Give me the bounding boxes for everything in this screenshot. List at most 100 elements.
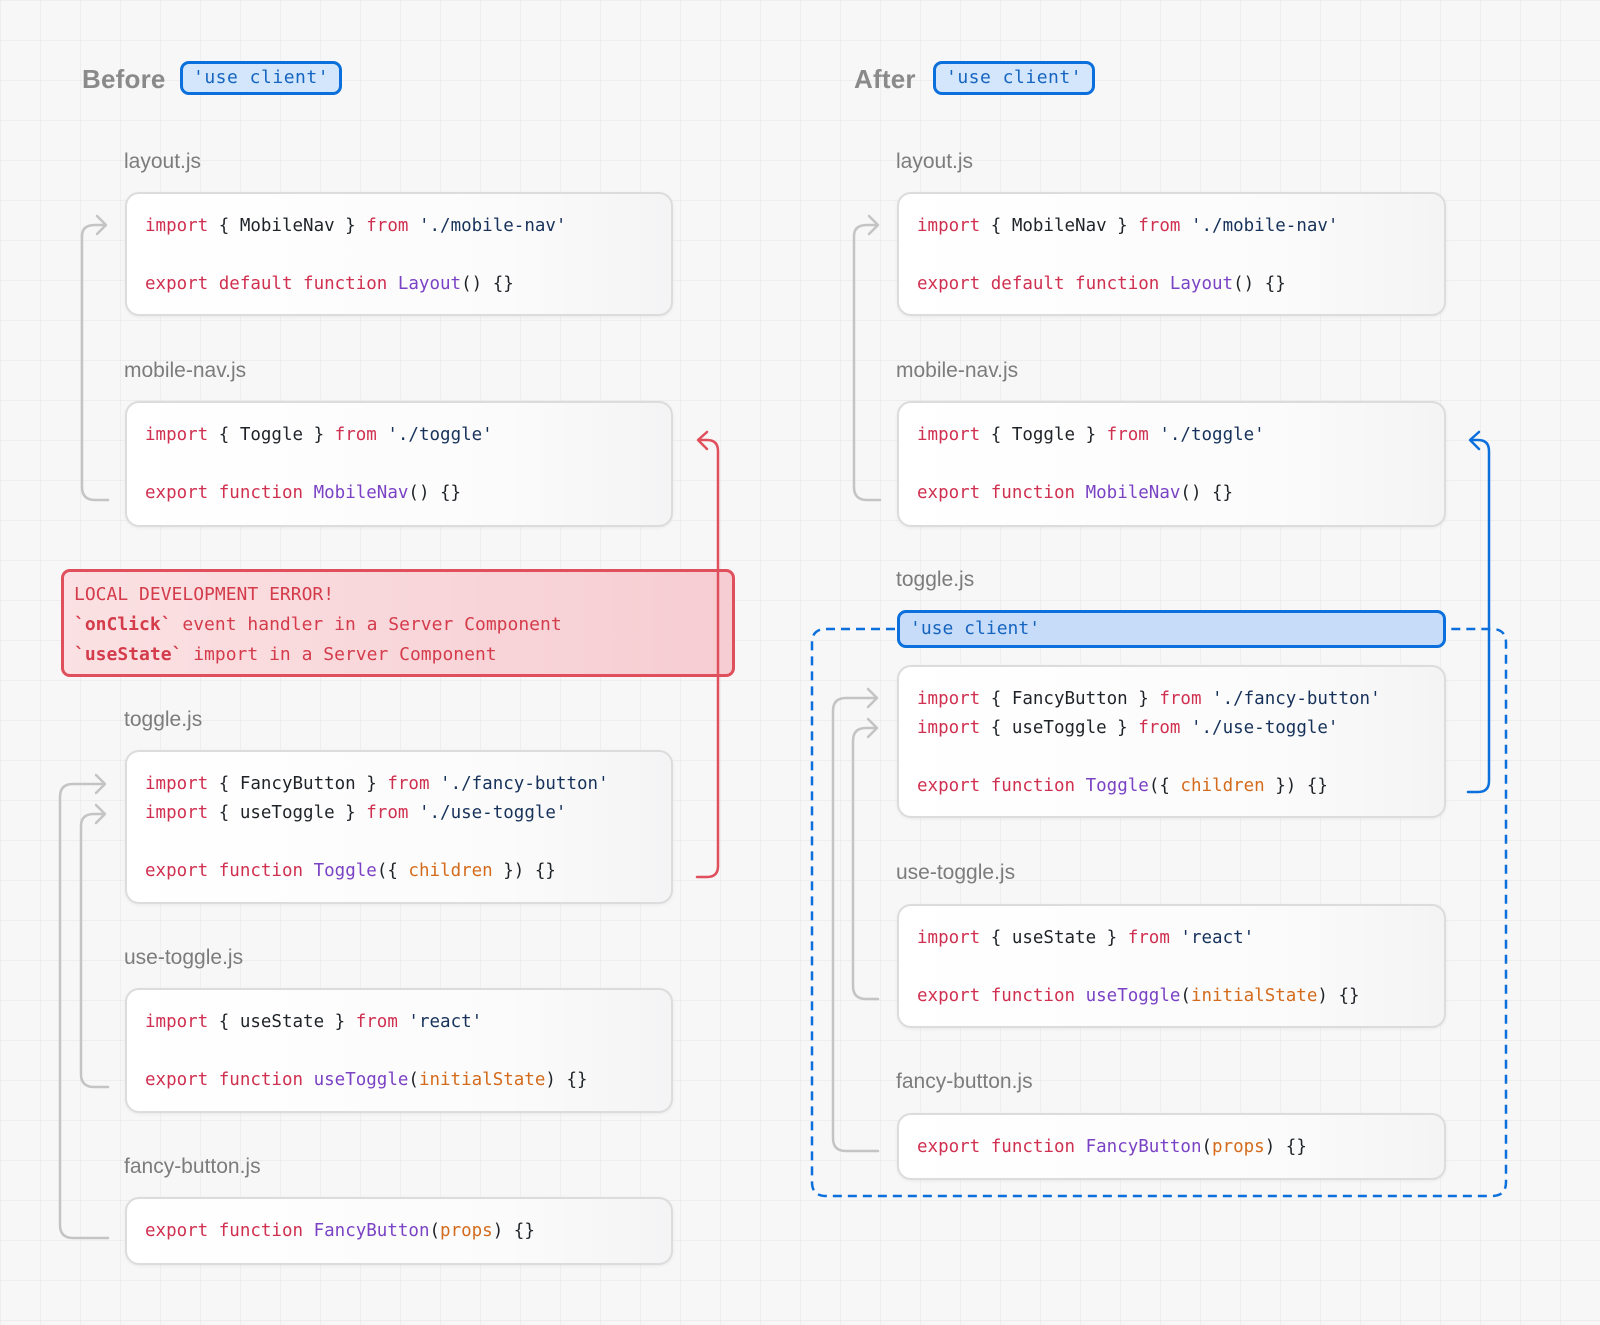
code-token-kw: export function (917, 483, 1076, 503)
code-token-str: 'react' (397, 1012, 483, 1032)
code-token-id: ( (429, 1221, 441, 1241)
code-line: import { Toggle } from './toggle' (145, 421, 653, 450)
code-token-id: }) {} (1264, 776, 1328, 796)
code-token-param: props (1212, 1137, 1265, 1157)
code-token-id: () {} (1233, 274, 1286, 294)
error-code-usestate: `useState` (74, 644, 183, 665)
code-token-id: ({ (376, 861, 409, 881)
code-token-kw: export default function (917, 274, 1160, 294)
after-code-mobile-nav: import { Toggle } from './toggle' export … (897, 401, 1446, 527)
client-boundary-directive: 'use client' (897, 610, 1446, 648)
code-token-kw: from (366, 216, 409, 236)
code-token-id: ) {} (545, 1070, 588, 1090)
local-development-error: LOCAL DEVELOPMENT ERROR! `onClick` event… (61, 569, 735, 677)
before-code-toggle: import { FancyButton } from './fancy-but… (125, 750, 673, 904)
after-import-connector-use-toggle (851, 726, 880, 1001)
code-token-id: () {} (408, 483, 462, 503)
code-token-str: './fancy-button' (429, 774, 609, 794)
code-token-fn: Layout (1159, 274, 1234, 294)
before-file-label-mobile-nav: mobile-nav.js (124, 359, 247, 382)
after-import-arrowhead-use-toggle (866, 717, 879, 739)
code-token-id: () {} (461, 274, 514, 294)
code-token-id: { MobileNav } (980, 216, 1139, 236)
after-use-client-badge: 'use client' (933, 61, 1096, 95)
after-heading: After (854, 64, 916, 94)
code-token-kw: import (145, 803, 209, 823)
code-token-id: ) {} (1264, 1137, 1307, 1157)
before-code-use-toggle: import { useState } from 'react' export f… (125, 988, 673, 1113)
code-token-id: { Toggle } (208, 425, 335, 445)
code-token-id: { useState } (980, 928, 1128, 948)
code-token-kw: export function (145, 1221, 304, 1241)
code-token-str: './toggle' (1148, 425, 1265, 445)
before-import-arrowhead-use-toggle (94, 803, 107, 825)
code-token-kw: export function (917, 986, 1076, 1006)
code-token-id: () {} (1180, 483, 1234, 503)
code-line: export function MobileNav() {} (145, 479, 653, 508)
code-token-fn: FancyButton (303, 1221, 430, 1241)
before-error-arrowhead (696, 430, 709, 451)
code-line: export function Toggle({ children }) {} (145, 857, 653, 886)
code-line: export function FancyButton(props) {} (917, 1133, 1426, 1162)
code-token-param: initialState (1190, 986, 1318, 1006)
after-import-arrowhead-mobile-nav (867, 214, 880, 236)
code-token-kw: import (917, 718, 981, 738)
after-file-label-fancy-button: fancy-button.js (896, 1070, 1033, 1093)
after-import-connector-fancy-button (831, 696, 880, 1153)
after-file-label-toggle: toggle.js (896, 568, 975, 591)
before-code-fancy-button: export function FancyButton(props) {} (125, 1197, 673, 1265)
after-import-arrowhead-fancy-button (866, 687, 879, 709)
code-line: import { MobileNav } from './mobile-nav' (145, 212, 653, 241)
code-token-kw: import (145, 216, 209, 236)
code-token-fn: FancyButton (1075, 1137, 1202, 1157)
error-text-onclick: event handler in a Server Component (171, 614, 562, 635)
code-token-kw: from (1106, 425, 1149, 445)
before-code-mobile-nav: import { Toggle } from './toggle' export … (125, 401, 673, 527)
error-text-usestate: import in a Server Component (182, 644, 497, 665)
code-token-str: './use-toggle' (1180, 718, 1339, 738)
code-token-str: './use-toggle' (408, 803, 567, 823)
code-token-kw: from (1127, 928, 1170, 948)
before-file-label-fancy-button: fancy-button.js (124, 1155, 261, 1178)
code-token-str: './mobile-nav' (408, 216, 567, 236)
code-token-id: ( (408, 1070, 419, 1090)
code-token-str: './toggle' (376, 425, 493, 445)
code-token-kw: import (145, 774, 209, 794)
code-token-kw: from (355, 1012, 398, 1032)
code-token-kw: export function (145, 861, 304, 881)
code-token-fn: MobileNav (1075, 483, 1181, 503)
code-line: import { useState } from 'react' (145, 1008, 653, 1037)
code-token-kw: import (145, 1012, 209, 1032)
error-code-onclick: `onClick` (74, 614, 172, 635)
before-import-connector-use-toggle (79, 812, 110, 1089)
code-token-kw: export function (145, 483, 304, 503)
code-token-str: './fancy-button' (1201, 689, 1381, 709)
code-token-fn: Toggle (1075, 776, 1149, 796)
after-client-arrowhead (1468, 430, 1481, 451)
code-token-id: { useToggle } (208, 803, 367, 823)
before-import-arrowhead-fancy-button (94, 773, 107, 795)
code-line: export function Toggle({ children }) {} (917, 772, 1426, 801)
code-token-str: './mobile-nav' (1180, 216, 1339, 236)
before-use-client-badge: 'use client' (180, 61, 343, 95)
code-token-kw: import (917, 689, 981, 709)
code-token-id: { useState } (208, 1012, 356, 1032)
code-token-kw: export function (145, 1070, 304, 1090)
before-import-connector-fancy-button (58, 782, 110, 1240)
code-line: export function MobileNav() {} (917, 479, 1426, 508)
code-token-kw: from (1138, 718, 1181, 738)
code-token-fn: MobileNav (303, 483, 409, 503)
code-line: import { useToggle } from './use-toggle' (917, 714, 1426, 743)
code-token-fn: Toggle (303, 861, 377, 881)
before-file-label-toggle: toggle.js (124, 708, 203, 731)
before-code-layout: import { MobileNav } from './mobile-nav'… (125, 192, 673, 316)
error-line-usestate: `useState` import in a Server Component (74, 640, 722, 670)
code-token-kw: from (1138, 216, 1181, 236)
